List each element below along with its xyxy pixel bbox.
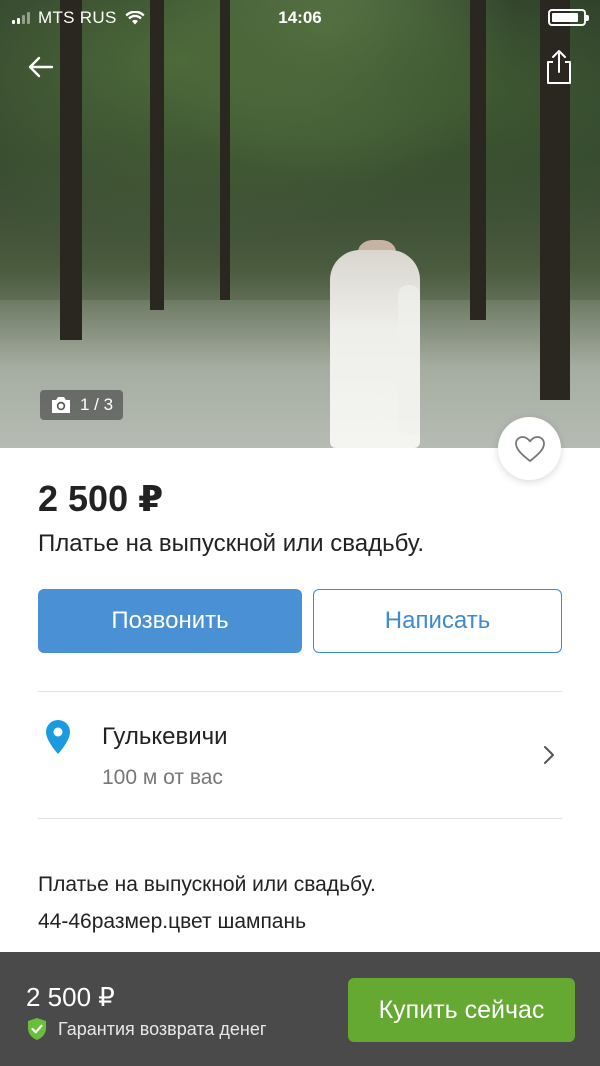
arrow-left-icon [28, 56, 54, 78]
divider [38, 818, 562, 819]
guarantee-text: Гарантия возврата денег [58, 1018, 267, 1039]
battery-level [552, 13, 578, 22]
shield-check-icon [28, 1018, 46, 1040]
photo-tree-trunk [60, 0, 82, 340]
share-button[interactable] [544, 48, 574, 86]
photo-tree-trunk [150, 0, 164, 310]
camera-icon [52, 397, 70, 413]
description-line: 44-46размер.цвет шампань [38, 910, 307, 933]
map-pin-icon [46, 720, 70, 754]
location-row[interactable]: Гулькевичи 100 м от вас [38, 692, 562, 818]
listing-title: Платье на выпускной или свадьбу. [38, 530, 425, 557]
status-bar: MTS RUS 14:06 [0, 0, 600, 36]
battery-icon [548, 9, 589, 26]
purchase-bar-price: 2 500 ₽ [26, 982, 115, 1012]
listing-description: Платье на выпускной или свадьбу. 44-46ра… [38, 866, 376, 940]
status-time: 14:06 [278, 8, 322, 27]
chevron-right-icon [544, 746, 554, 764]
call-button[interactable]: Позвонить [38, 589, 302, 653]
purchase-bar: 2 500 ₽ Гарантия возврата денег Купить с… [0, 952, 600, 1066]
photo-foliage [0, 0, 600, 300]
share-icon [547, 50, 571, 84]
heart-icon [514, 435, 545, 462]
write-button[interactable]: Написать [313, 589, 562, 653]
photo-tree-trunk [220, 0, 230, 300]
location-distance: 100 м от вас [102, 766, 223, 789]
money-back-guarantee[interactable]: Гарантия возврата денег [26, 1017, 266, 1041]
location-city: Гулькевичи [102, 723, 228, 750]
photo-counter-text: 1 / 3 [80, 395, 114, 414]
listing-price: 2 500 ₽ [38, 478, 164, 519]
photo-tree-trunk [470, 0, 486, 320]
favorite-button[interactable] [498, 417, 561, 480]
photo-counter: 1 / 3 [40, 390, 124, 420]
description-line: Платье на выпускной или свадьбу. [38, 873, 376, 896]
buy-now-button[interactable]: Купить сейчас [348, 978, 575, 1042]
listing-photo[interactable] [0, 0, 600, 448]
photo-stole [398, 285, 420, 435]
back-button[interactable] [24, 50, 58, 84]
